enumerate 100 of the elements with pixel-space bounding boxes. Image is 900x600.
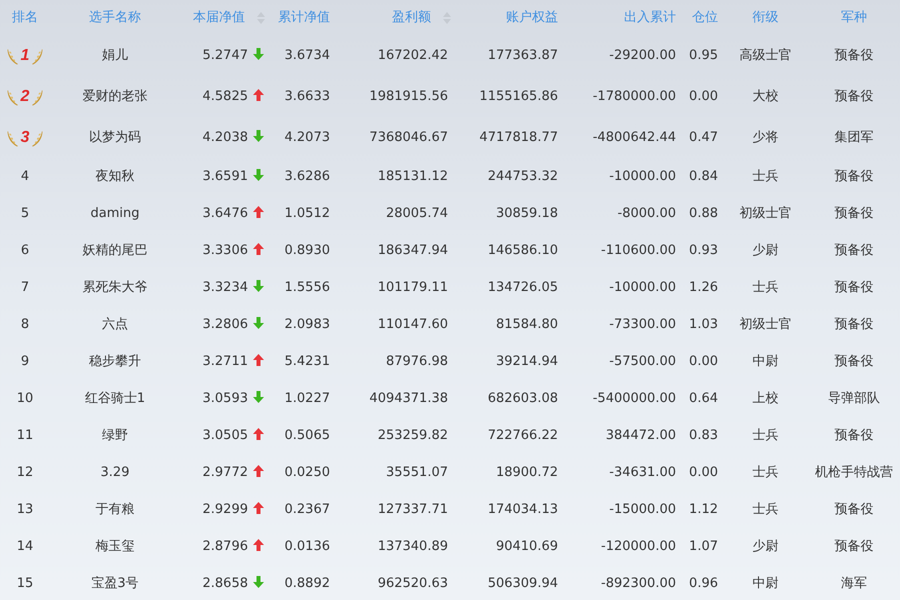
table-cell-text: 3.29 bbox=[100, 464, 130, 482]
table-cell-text: -15000.00 bbox=[609, 500, 676, 519]
table-cell-text: 0.00 bbox=[689, 464, 718, 482]
table-cell-text: 167202.42 bbox=[378, 46, 448, 65]
table-cell-text: 于有粮 bbox=[96, 500, 134, 519]
column-header: 累计净值 bbox=[278, 8, 330, 27]
column-header: 军种 bbox=[841, 8, 867, 27]
rank-number: 1 bbox=[20, 46, 30, 66]
table-cell-text: 506309.94 bbox=[488, 574, 558, 593]
table-cell-text: 2.8796 bbox=[202, 538, 248, 556]
table-cell-text: 绿野 bbox=[102, 426, 128, 445]
table-cell-text: 3.6476 bbox=[202, 204, 248, 223]
table-cell-text: 5.4231 bbox=[284, 352, 330, 371]
table-cell-text: 集团军 bbox=[834, 128, 874, 147]
table-cell-text: 87976.98 bbox=[386, 352, 448, 371]
table-cell-text: -5400000.00 bbox=[592, 390, 676, 408]
rank-number: 13 bbox=[16, 500, 34, 519]
rank-number: 15 bbox=[16, 574, 34, 593]
table-cell-text: 预备役 bbox=[834, 168, 874, 186]
table-cell-text: 初级士官 bbox=[740, 204, 792, 223]
table-cell-text: 导弹部队 bbox=[828, 390, 880, 408]
table-cell-text: -110600.00 bbox=[601, 242, 676, 260]
table-cell-text: 初级士官 bbox=[740, 316, 792, 334]
table-cell-text: 上校 bbox=[752, 390, 778, 408]
table-cell-text: 0.47 bbox=[689, 128, 718, 147]
table-cell-text: 少尉 bbox=[752, 538, 778, 556]
table-cell-text: 1.12 bbox=[689, 500, 718, 519]
rank-number: 5 bbox=[20, 204, 30, 223]
rank-number: 12 bbox=[16, 464, 34, 482]
table-cell-text: 35551.07 bbox=[386, 464, 448, 482]
table-cell-text: 3.3306 bbox=[202, 242, 248, 260]
table-cell-text: 177363.87 bbox=[488, 46, 558, 65]
table-cell-text: 0.96 bbox=[689, 574, 718, 593]
table-cell-text: 预备役 bbox=[834, 46, 874, 65]
table-cell-text: 少尉 bbox=[752, 242, 778, 260]
column-header: 仓位 bbox=[692, 8, 718, 27]
table-cell-text: 0.83 bbox=[689, 426, 718, 445]
table-cell-text: 中尉 bbox=[752, 574, 778, 593]
table-cell-text: 0.64 bbox=[689, 390, 718, 408]
table-cell-text: -120000.00 bbox=[601, 538, 676, 556]
table-cell-text: 1981915.56 bbox=[369, 88, 448, 106]
table-cell-text: 0.8892 bbox=[284, 574, 330, 593]
table-cell-text: 红谷骑士1 bbox=[84, 390, 146, 408]
table-cell-text: 1.5556 bbox=[284, 278, 330, 297]
table-cell-text: 962520.63 bbox=[378, 574, 448, 593]
table-cell-text: 110147.60 bbox=[378, 316, 448, 334]
rank-number: 3 bbox=[20, 128, 30, 148]
table-cell-text: 预备役 bbox=[834, 242, 874, 260]
table-cell-text: 185131.12 bbox=[378, 168, 448, 186]
table-cell-text: daming bbox=[90, 204, 140, 223]
table-cell-text: 4.2073 bbox=[284, 128, 330, 147]
table-cell-text: 1.26 bbox=[689, 278, 718, 297]
laurel-icon bbox=[6, 128, 19, 146]
table-cell-text: 3.6734 bbox=[284, 46, 330, 65]
table-cell-text: 7368046.67 bbox=[369, 128, 448, 147]
table-cell-text: 2.9772 bbox=[202, 464, 248, 482]
table-cell-text: -34631.00 bbox=[609, 464, 676, 482]
rank-number: 14 bbox=[16, 538, 34, 556]
rank-number: 8 bbox=[20, 316, 30, 334]
table-cell-text: -29200.00 bbox=[609, 46, 676, 65]
table-cell-text: 3.3234 bbox=[202, 278, 248, 297]
table-cell-text: 1.0512 bbox=[284, 204, 330, 223]
column-header: 选手名称 bbox=[89, 8, 141, 27]
table-cell-text: 预备役 bbox=[834, 278, 874, 297]
table-cell-text: 2.0983 bbox=[284, 316, 330, 334]
table-cell-text: 186347.94 bbox=[378, 242, 448, 260]
table-cell-text: 预备役 bbox=[834, 500, 874, 519]
table-cell-text: 253259.82 bbox=[378, 426, 448, 445]
table-cell-text: 夜知秋 bbox=[96, 168, 134, 186]
table-cell-text: -57500.00 bbox=[609, 352, 676, 371]
table-cell-text: 中尉 bbox=[752, 352, 778, 371]
table-cell-text: 预备役 bbox=[834, 426, 874, 445]
table-cell-text: 244753.32 bbox=[488, 168, 558, 186]
table-cell-text: 机枪手特战营 bbox=[815, 464, 893, 482]
table-cell-text: 士兵 bbox=[752, 168, 778, 186]
table-cell-text: 爱财的老张 bbox=[82, 88, 148, 106]
table-cell-text: 137340.89 bbox=[378, 538, 448, 556]
table-cell-text: 0.0250 bbox=[284, 464, 330, 482]
table-cell-text: 39214.94 bbox=[496, 352, 558, 371]
table-cell-text: 以梦为码 bbox=[89, 128, 141, 147]
table-cell-text: 0.5065 bbox=[284, 426, 330, 445]
table-cell-text: 2.9299 bbox=[202, 500, 248, 519]
rank-number: 4 bbox=[20, 168, 30, 186]
table-cell-text: 0.0136 bbox=[284, 538, 330, 556]
laurel-icon bbox=[31, 46, 44, 64]
table-cell-text: 预备役 bbox=[834, 352, 874, 371]
laurel-icon bbox=[6, 46, 19, 64]
table-cell-text: 0.88 bbox=[689, 204, 718, 223]
table-cell-text: 90410.69 bbox=[496, 538, 558, 556]
table-cell-text: 0.8930 bbox=[284, 242, 330, 260]
column-header[interactable]: 本届净值 bbox=[193, 8, 245, 28]
table-cell-text: 预备役 bbox=[834, 204, 874, 223]
table-cell-text: 高级士官 bbox=[740, 46, 792, 65]
table-cell-text: 2.8658 bbox=[202, 574, 248, 593]
laurel-icon bbox=[31, 128, 44, 146]
rank-number: 10 bbox=[16, 390, 34, 408]
column-header[interactable]: 盈利额 bbox=[392, 8, 431, 28]
table-cell-text: 5.2747 bbox=[202, 46, 248, 65]
rank-number: 11 bbox=[16, 426, 34, 445]
table-cell-text: 1.0227 bbox=[284, 390, 330, 408]
